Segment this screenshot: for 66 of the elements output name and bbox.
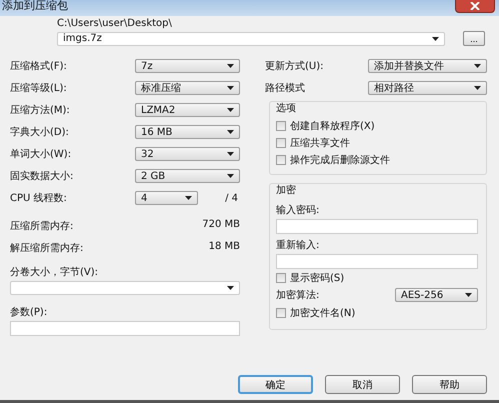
checkbox-label: 显示密码(S) bbox=[290, 272, 344, 284]
volume-size-dropdown[interactable] bbox=[10, 281, 240, 295]
browse-button[interactable]: ... bbox=[463, 31, 485, 46]
caret-icon bbox=[227, 152, 234, 156]
memory-label: 解压缩所需内存: bbox=[10, 242, 84, 255]
close-icon bbox=[470, 2, 480, 10]
method-label: 加密算法: bbox=[276, 288, 320, 302]
setting-label: CPU 线程数: bbox=[10, 192, 67, 205]
caret-icon bbox=[185, 196, 192, 200]
thread-max: / 4 bbox=[225, 192, 239, 204]
setting-label: 路径模式 bbox=[265, 82, 305, 95]
setting-dropdown[interactable]: 7z bbox=[135, 59, 240, 73]
caret-icon bbox=[227, 174, 234, 178]
encryption-method-dropdown[interactable]: AES-256 bbox=[395, 288, 478, 302]
checkbox[interactable] bbox=[276, 272, 286, 282]
setting-dropdown[interactable]: 2 GB bbox=[135, 169, 240, 183]
setting-label: 压缩方法(M): bbox=[10, 104, 70, 117]
parameters-field[interactable] bbox=[10, 321, 240, 336]
setting-dropdown[interactable]: 16 MB bbox=[135, 125, 240, 139]
setting-label: 单词大小(W): bbox=[10, 148, 72, 161]
memory-label: 压缩所需内存: bbox=[10, 220, 74, 233]
caret-icon bbox=[474, 86, 481, 90]
setting-dropdown[interactable]: 32 bbox=[135, 147, 240, 161]
checkbox-label: 操作完成后删除源文件 bbox=[290, 154, 390, 166]
setting-label: 字典大小(D): bbox=[10, 126, 69, 139]
setting-label: 更新方式(U): bbox=[265, 60, 324, 73]
setting-label: 固实数据大小: bbox=[10, 170, 74, 183]
checkbox[interactable] bbox=[276, 138, 286, 148]
group-title: 加密 bbox=[276, 184, 297, 197]
reenter-password-field[interactable] bbox=[276, 254, 478, 269]
folder-path: C:\Users\user\Desktop\ bbox=[57, 18, 173, 29]
checkbox-label: 压缩共享文件 bbox=[290, 136, 350, 150]
caret-icon bbox=[474, 64, 481, 68]
setting-label: 压缩等级(L): bbox=[10, 82, 67, 95]
volume-label: 分卷大小，字节(V): bbox=[10, 266, 100, 279]
caret-icon bbox=[227, 286, 234, 290]
setting-label: 压缩格式(F): bbox=[10, 60, 67, 73]
setting-dropdown[interactable]: 相对路径 bbox=[368, 81, 487, 95]
checkbox[interactable] bbox=[276, 120, 286, 130]
memory-value: 720 MB bbox=[202, 219, 240, 232]
setting-dropdown[interactable]: 标准压缩 bbox=[135, 81, 240, 95]
setting-dropdown[interactable]: 添加并替换文件 bbox=[368, 59, 487, 73]
caret-icon bbox=[227, 64, 234, 68]
cpu-threads-dropdown[interactable]: 4 bbox=[135, 191, 198, 205]
dialog-button[interactable]: 取消 bbox=[325, 375, 400, 394]
caret-icon bbox=[465, 293, 472, 297]
setting-dropdown[interactable]: LZMA2 bbox=[135, 103, 240, 117]
checkbox[interactable] bbox=[276, 154, 286, 164]
reenter-label: 重新输入: bbox=[276, 238, 320, 252]
dialog-button[interactable]: 确定 bbox=[238, 375, 313, 394]
checkbox-label: 加密文件名(N) bbox=[290, 306, 356, 320]
close-button[interactable] bbox=[455, 0, 495, 13]
dialog-button[interactable]: 帮助 bbox=[412, 375, 487, 394]
window-title: 添加到压缩包 bbox=[2, 0, 68, 11]
caret-icon bbox=[227, 130, 234, 134]
parameters-label: 参数(P): bbox=[10, 306, 48, 319]
caret-icon bbox=[432, 36, 439, 40]
group-title: 选项 bbox=[276, 102, 297, 115]
archive-name-field[interactable]: imgs.7z bbox=[57, 32, 445, 46]
password-field[interactable] bbox=[276, 219, 478, 234]
caret-icon bbox=[227, 108, 234, 112]
checkbox[interactable] bbox=[276, 308, 286, 318]
checkbox-label: 创建自释放程序(X) bbox=[290, 120, 375, 132]
memory-value: 18 MB bbox=[208, 241, 240, 254]
caret-icon bbox=[227, 86, 234, 90]
password-label: 输入密码: bbox=[276, 204, 320, 217]
